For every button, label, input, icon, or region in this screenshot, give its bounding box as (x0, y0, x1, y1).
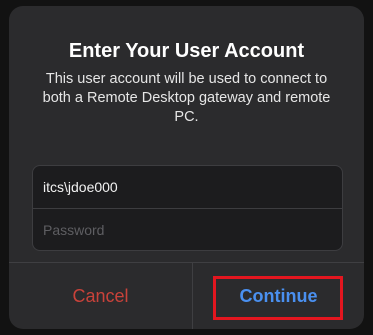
dialog-actions: Cancel Continue (9, 262, 364, 329)
username-field[interactable] (33, 166, 342, 208)
dialog-title: Enter Your User Account (68, 40, 305, 62)
cancel-button[interactable]: Cancel (9, 263, 192, 329)
dialog-message: This user account will be used to connec… (42, 71, 331, 125)
credentials-field-group (32, 165, 343, 251)
user-account-dialog: Enter Your User Account This user accoun… (9, 6, 364, 329)
password-field[interactable] (33, 209, 342, 250)
continue-button[interactable]: Continue (193, 263, 364, 329)
screen-backdrop: Enter Your User Account This user accoun… (0, 0, 373, 335)
